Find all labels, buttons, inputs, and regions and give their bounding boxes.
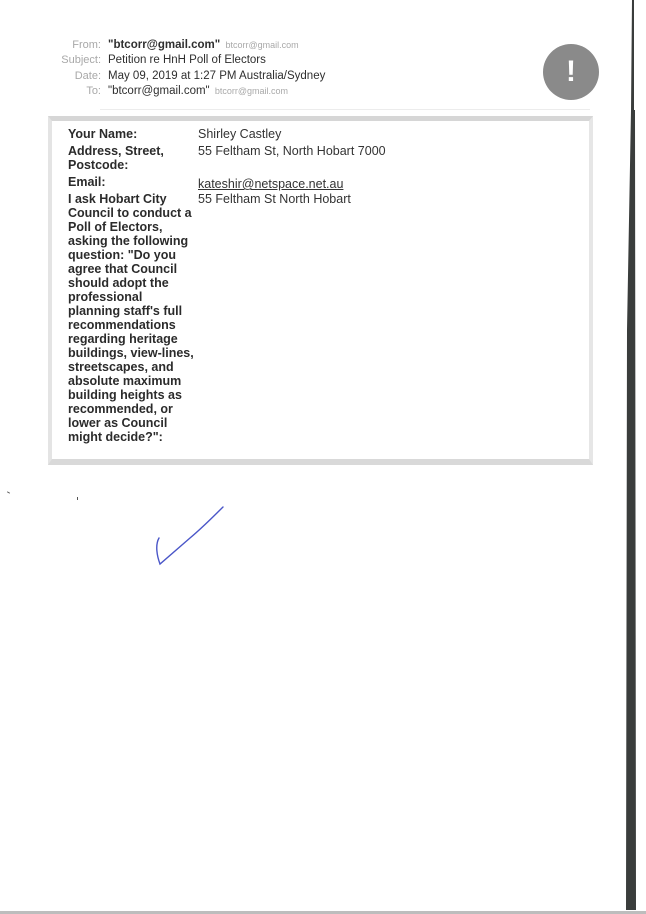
to-label: To: (86, 85, 101, 97)
scanner-edge-shadow (626, 0, 636, 910)
subject-label: Subject: (61, 54, 101, 66)
poll-question-value: 55 Feltham St North Hobart (198, 192, 351, 206)
email-label: Email: (68, 175, 106, 189)
poll-question-label: I ask Hobart City Council to conduct a P… (68, 192, 194, 444)
date-label: Date: (74, 70, 101, 82)
name-value: Shirley Castley (198, 127, 282, 141)
importance-exclamation-icon: ! (543, 44, 599, 100)
checkmark-stroke (156, 506, 224, 566)
header-divider (100, 109, 590, 110)
email-link[interactable]: kateshir@netspace.net.au (198, 177, 343, 191)
scan-speck (77, 497, 78, 500)
name-label: Your Name: (68, 127, 138, 141)
address-label: Address, Street, Postcode: (68, 144, 164, 172)
from-name: "btcorr@gmail.com" (108, 39, 221, 51)
scan-speck (6, 491, 11, 494)
to-name: "btcorr@gmail.com" (108, 85, 210, 97)
address-value: 55 Feltham St, North Hobart 7000 (198, 144, 386, 158)
date-value: May 09, 2019 at 1:27 PM Australia/Sydney (108, 70, 326, 82)
handwritten-checkmark-icon (156, 506, 224, 566)
petition-form-table: Your Name: Shirley Castley Address, Stre… (48, 116, 593, 465)
subject-value: Petition re HnH Poll of Electors (108, 54, 266, 66)
from-address: btcorr@gmail.com (225, 40, 299, 50)
to-address: btcorr@gmail.com (214, 86, 288, 96)
from-label: From: (72, 39, 101, 51)
